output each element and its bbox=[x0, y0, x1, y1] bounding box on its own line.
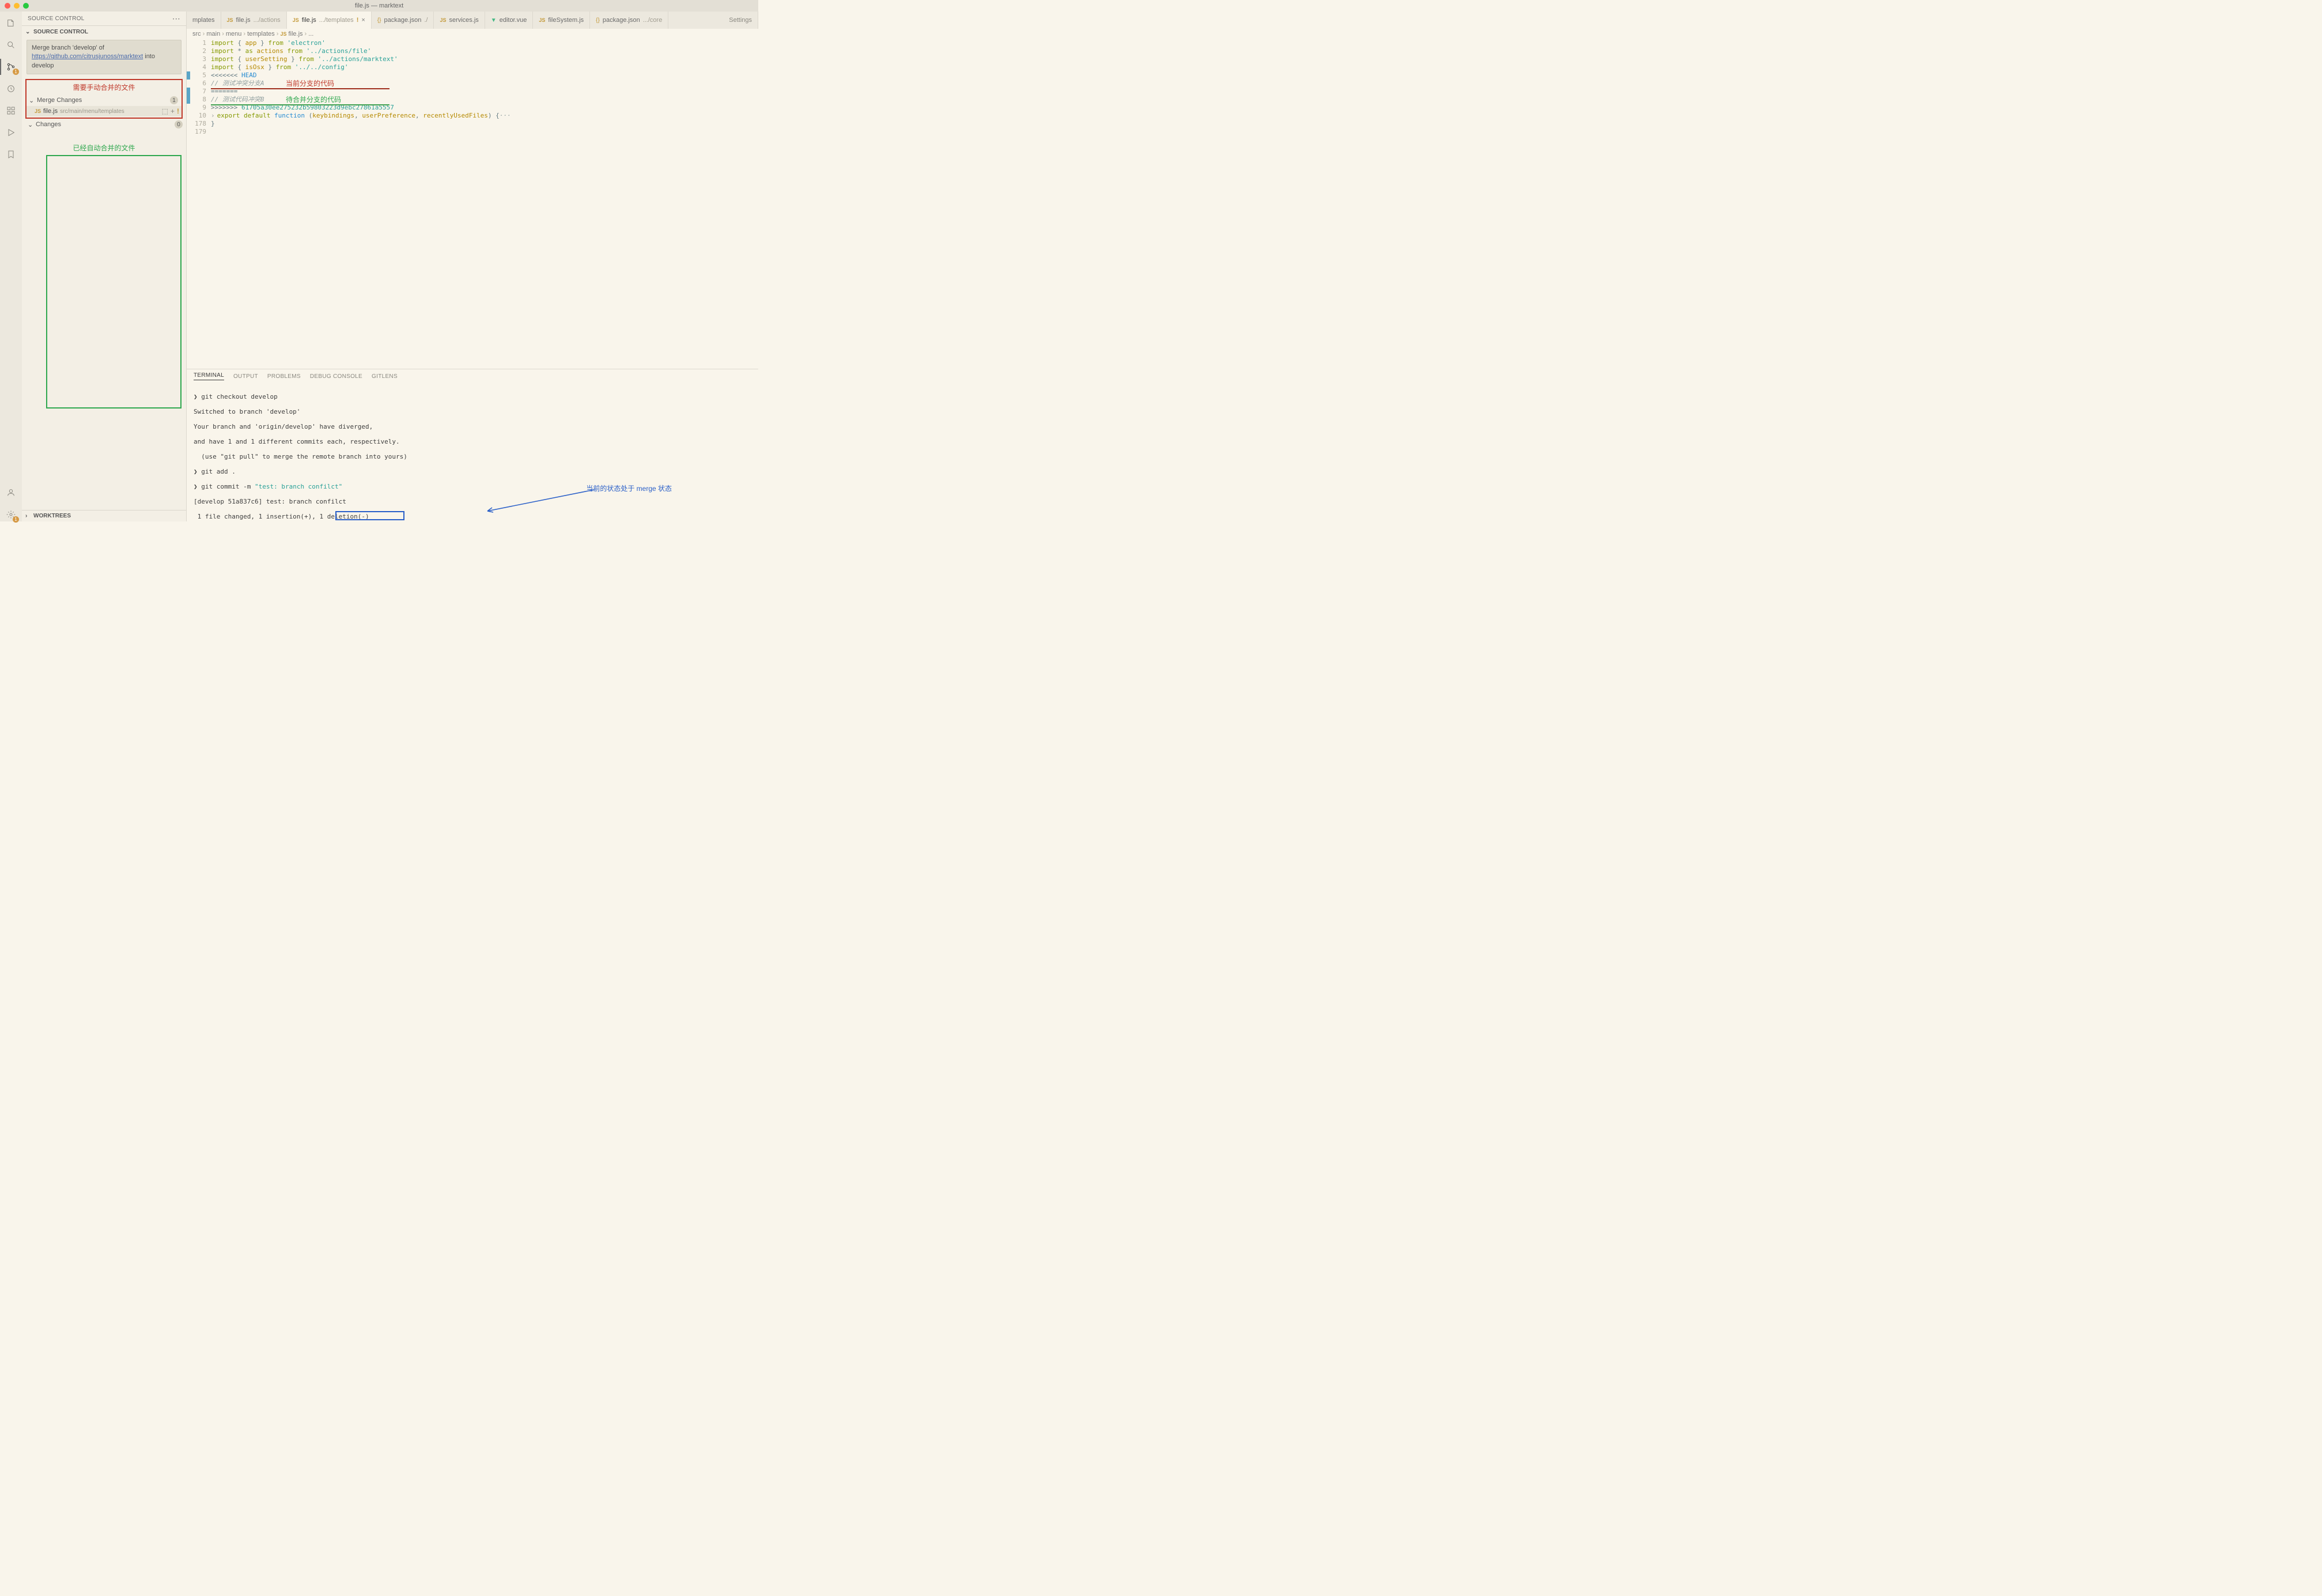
chevron-right-icon: › bbox=[25, 513, 31, 519]
tab-package-json[interactable]: {}package.json./ bbox=[372, 12, 434, 29]
editor-area: mplates JSfile.js.../actions JSfile.js..… bbox=[187, 12, 758, 521]
minimize-window-button[interactable] bbox=[14, 3, 20, 9]
annotation-arrow-icon bbox=[482, 487, 597, 516]
close-window-button[interactable] bbox=[5, 3, 10, 9]
annotation-merge-status-box bbox=[335, 511, 404, 520]
settings-badge: 1 bbox=[13, 516, 19, 523]
annotation-red-line bbox=[211, 88, 389, 89]
window-title: file.js — marktext bbox=[355, 2, 403, 9]
problems-tab[interactable]: PROBLEMS bbox=[267, 373, 301, 380]
maximize-window-button[interactable] bbox=[23, 3, 29, 9]
debug-console-tab[interactable]: DEBUG CONSOLE bbox=[310, 373, 362, 380]
gitlens-tab[interactable]: GITLENS bbox=[372, 373, 398, 380]
json-file-icon: {} bbox=[377, 17, 381, 24]
annotation-manual-merge: 需要手动合并的文件 ⌄ Merge Changes 1 JS file.js s… bbox=[25, 79, 183, 119]
js-file-icon: JS bbox=[440, 17, 446, 23]
merge-file-row[interactable]: JS file.js src/main/menu/templates ⬚ + ! bbox=[27, 106, 181, 116]
output-tab[interactable]: OUTPUT bbox=[233, 373, 258, 380]
annotation-green-line bbox=[211, 104, 389, 105]
terminal-panel: TERMINAL OUTPUT PROBLEMS DEBUG CONSOLE G… bbox=[187, 369, 758, 521]
chevron-down-icon: ⌄ bbox=[25, 29, 31, 35]
close-tab-icon[interactable]: × bbox=[361, 17, 365, 24]
more-icon[interactable]: ⋯ bbox=[172, 14, 180, 24]
annotation-current-branch: 当前分支的代码 bbox=[286, 80, 334, 88]
timeline-icon[interactable] bbox=[4, 82, 18, 96]
tab-package-json-core[interactable]: {}package.json.../core bbox=[590, 12, 668, 29]
extensions-icon[interactable] bbox=[4, 104, 18, 118]
stage-icon[interactable]: + bbox=[171, 107, 175, 115]
chevron-down-icon: ⌄ bbox=[29, 97, 35, 104]
vue-file-icon: ▼ bbox=[491, 17, 497, 24]
run-debug-icon[interactable] bbox=[4, 126, 18, 139]
conflict-icon: ! bbox=[357, 17, 359, 24]
changes-count-badge: 0 bbox=[175, 120, 183, 128]
scm-section-head[interactable]: ⌄ SOURCE CONTROL bbox=[22, 26, 186, 37]
merge-count-badge: 1 bbox=[170, 96, 178, 104]
tab-file-actions[interactable]: JSfile.js.../actions bbox=[221, 12, 287, 29]
conflict-icon: ! bbox=[177, 107, 179, 115]
bookmark-icon[interactable] bbox=[4, 148, 18, 161]
terminal-body[interactable]: ❯ git checkout develop Switched to branc… bbox=[187, 383, 758, 521]
tab-filesystem[interactable]: JSfileSystem.js bbox=[533, 12, 590, 29]
titlebar: file.js — marktext bbox=[0, 0, 758, 12]
breadcrumb[interactable]: src› main› menu› templates› JS file.js› … bbox=[187, 29, 758, 39]
activitybar: 1 1 bbox=[0, 12, 22, 521]
js-file-icon: JS bbox=[280, 31, 286, 37]
code-content[interactable]: import { app } from 'electron' import * … bbox=[211, 39, 758, 369]
merge-changes-group[interactable]: ⌄ Merge Changes 1 bbox=[27, 94, 181, 106]
editor-tabs: mplates JSfile.js.../actions JSfile.js..… bbox=[187, 12, 758, 29]
code-editor[interactable]: 123 456 789 10178179 import { app } from… bbox=[187, 39, 758, 369]
annotation-incoming-branch: 待合并分支的代码 bbox=[286, 96, 341, 104]
line-number-gutter: 123 456 789 10178179 bbox=[190, 39, 211, 369]
annotation-auto-merge-box bbox=[46, 155, 181, 409]
search-icon[interactable] bbox=[4, 38, 18, 52]
js-file-icon: JS bbox=[293, 17, 299, 23]
chevron-down-icon: ⌄ bbox=[28, 121, 33, 128]
terminal-tabs: TERMINAL OUTPUT PROBLEMS DEBUG CONSOLE G… bbox=[187, 369, 758, 383]
tab-file-templates[interactable]: JSfile.js.../templates!× bbox=[287, 12, 372, 29]
terminal-tab[interactable]: TERMINAL bbox=[194, 372, 224, 380]
annotation-merge-status-text: 当前的状态处于 merge 状态 bbox=[586, 485, 672, 493]
annotation-auto-merged-label: 已经自动合并的文件 bbox=[22, 143, 186, 153]
scm-badge: 1 bbox=[13, 69, 19, 75]
source-control-icon[interactable]: 1 bbox=[4, 60, 18, 74]
repo-link[interactable]: https://github.com/citrusjunoss/marktext bbox=[32, 53, 143, 60]
json-file-icon: {} bbox=[596, 17, 600, 24]
js-file-icon: JS bbox=[35, 108, 41, 114]
tab-settings[interactable]: Settings bbox=[723, 12, 758, 29]
tab-services[interactable]: JSservices.js bbox=[434, 12, 485, 29]
tab-editor-vue[interactable]: ▼editor.vue bbox=[485, 12, 534, 29]
changes-group[interactable]: ⌄ Changes 0 bbox=[22, 119, 186, 130]
commit-message-input[interactable]: Merge branch 'develop' of https://github… bbox=[27, 40, 181, 74]
account-icon[interactable] bbox=[4, 486, 18, 500]
js-file-icon: JS bbox=[539, 17, 545, 23]
sidebar-title: SOURCE CONTROL bbox=[28, 16, 85, 22]
worktrees-section[interactable]: › WORKTREES bbox=[22, 510, 186, 521]
settings-gear-icon[interactable]: 1 bbox=[4, 508, 18, 521]
sidebar: SOURCE CONTROL ⋯ ⌄ SOURCE CONTROL Merge … bbox=[22, 12, 187, 521]
tab-palette[interactable]: mplates bbox=[187, 12, 221, 29]
js-file-icon: JS bbox=[227, 17, 233, 23]
explorer-icon[interactable] bbox=[4, 16, 18, 30]
open-file-icon[interactable]: ⬚ bbox=[162, 107, 168, 115]
